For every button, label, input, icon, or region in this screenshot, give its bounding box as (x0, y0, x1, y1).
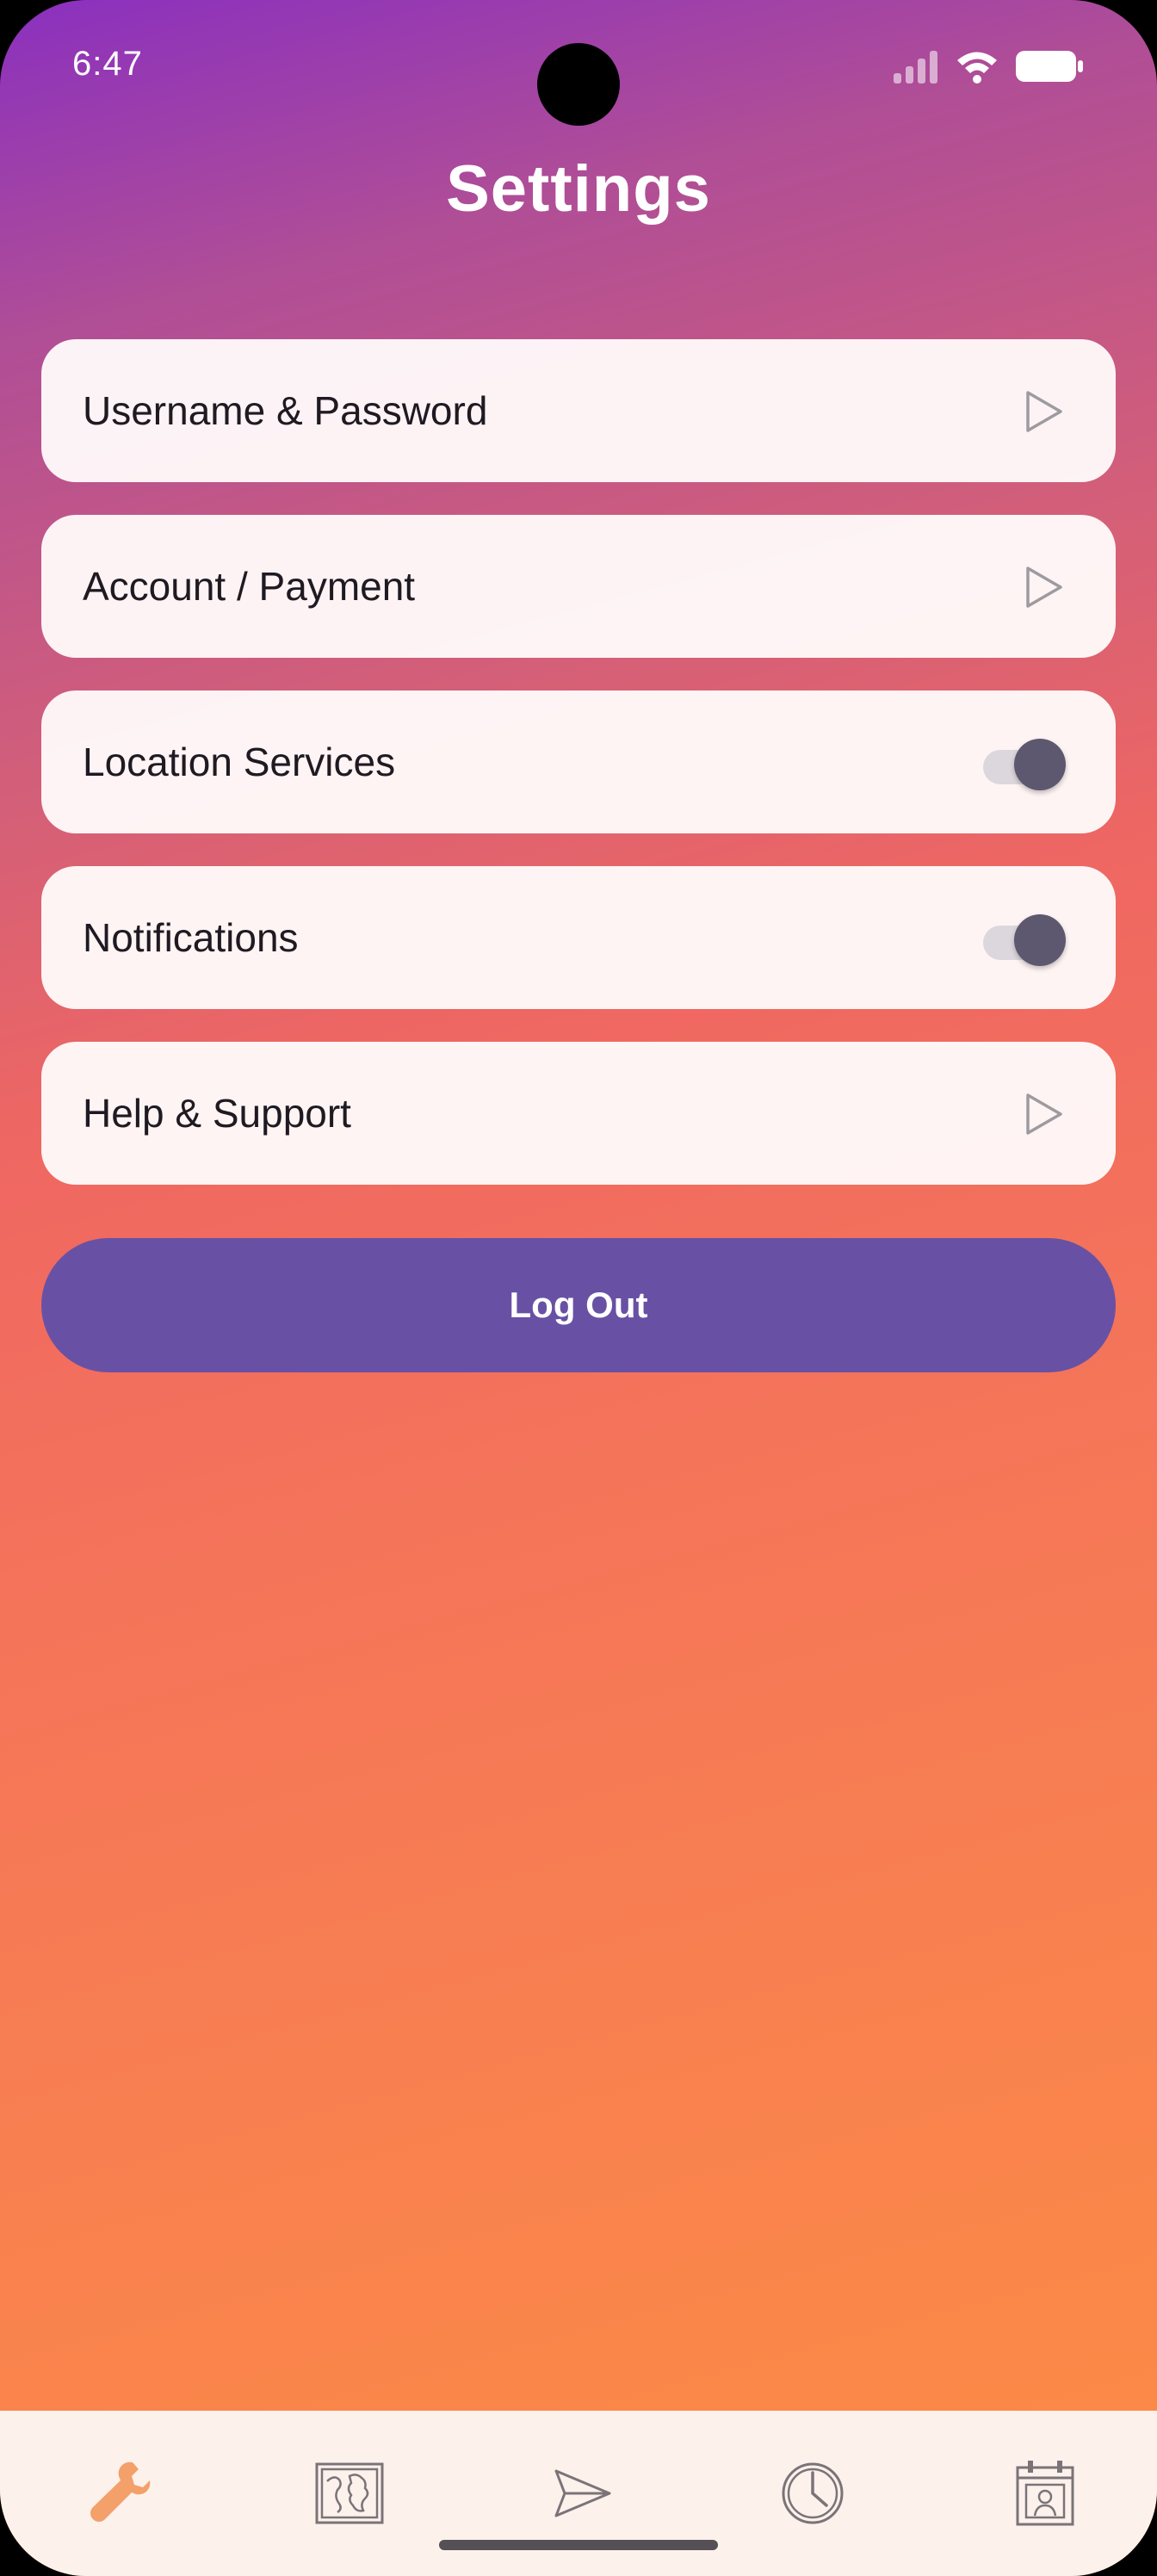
nav-item-map[interactable] (231, 2411, 461, 2576)
status-time: 6:47 (72, 45, 143, 83)
status-bar: 6:47 (0, 0, 1157, 138)
toggle-thumb (1014, 914, 1066, 966)
notifications-toggle[interactable] (981, 909, 1067, 966)
setting-location-services: Location Services (41, 690, 1116, 833)
status-icons (892, 45, 1085, 88)
setting-label: Username & Password (83, 388, 488, 433)
setting-username-password[interactable]: Username & Password (41, 339, 1116, 482)
nav-item-calendar[interactable] (926, 2411, 1157, 2576)
bottom-nav (0, 2411, 1157, 2576)
calendar-contact-icon (1016, 2461, 1074, 2526)
location-services-toggle[interactable] (981, 734, 1067, 790)
logout-button[interactable]: Log Out (41, 1238, 1116, 1372)
play-arrow-icon (1026, 567, 1062, 608)
signal-icon (892, 49, 940, 84)
nav-item-send[interactable] (463, 2411, 694, 2576)
setting-account-payment[interactable]: Account / Payment (41, 515, 1116, 658)
setting-notifications: Notifications (41, 866, 1116, 1009)
setting-help-support[interactable]: Help & Support (41, 1042, 1116, 1185)
send-icon (554, 2469, 611, 2517)
nav-item-history[interactable] (694, 2411, 925, 2576)
setting-label: Account / Payment (83, 564, 416, 609)
setting-label: Notifications (83, 915, 299, 960)
nav-item-settings[interactable] (0, 2411, 231, 2576)
wifi-icon (956, 49, 999, 84)
setting-label: Help & Support (83, 1091, 351, 1136)
front-camera (537, 43, 620, 126)
toggle-thumb (1014, 739, 1066, 790)
home-indicator[interactable] (439, 2540, 718, 2550)
map-icon (315, 2462, 384, 2524)
clock-icon (782, 2462, 844, 2524)
settings-screen: 6:47 Settings Username & Password Accoun… (0, 0, 1157, 2576)
battery-icon (1014, 49, 1085, 84)
page-title: Settings (446, 152, 711, 226)
settings-list: Username & Password Account / Payment Lo… (41, 339, 1116, 1217)
setting-label: Location Services (83, 740, 396, 784)
play-arrow-icon (1026, 391, 1062, 432)
wrench-icon (90, 2461, 151, 2522)
play-arrow-icon (1026, 1093, 1062, 1135)
